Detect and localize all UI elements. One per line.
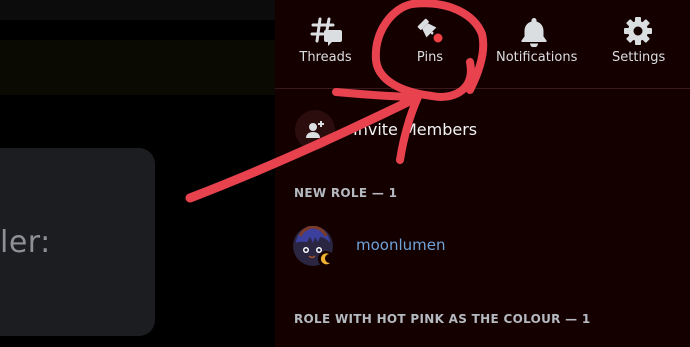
invite-members-label: Invite Members [353,120,478,139]
chat-banner [0,40,275,95]
pin-icon [403,14,457,48]
member-name: moonlumen [356,236,446,254]
threads-label: Threads [299,50,352,65]
avatar [293,225,334,267]
settings-button[interactable]: Settings [612,14,666,65]
pins-label: Pins [416,50,444,65]
message-card-text: ler: [0,225,51,260]
chat-header-strip [0,0,275,20]
notifications-label: Notifications [496,50,578,65]
add-member-icon [295,110,335,150]
threads-button[interactable]: Threads [293,14,358,65]
bell-icon [496,14,572,48]
pins-button[interactable]: Pins [403,14,457,65]
notifications-button[interactable]: Notifications [496,14,578,65]
toolbar-divider [275,88,690,89]
member-panel: Threads Pins Notifications Settings Invi… [275,0,690,347]
settings-label: Settings [612,50,666,65]
role-header-new-role: NEW ROLE — 1 [294,186,398,200]
gear-icon [612,14,664,48]
member-item-moonlumen[interactable]: moonlumen [293,225,673,268]
channel-toolbar: Threads Pins Notifications Settings [275,0,690,88]
chat-pane: ler: [0,0,275,347]
role-header-hot-pink: ROLE WITH HOT PINK AS THE COLOUR — 1 [294,312,591,326]
threads-icon [293,14,358,48]
invite-members-button[interactable]: Invite Members [295,110,675,150]
